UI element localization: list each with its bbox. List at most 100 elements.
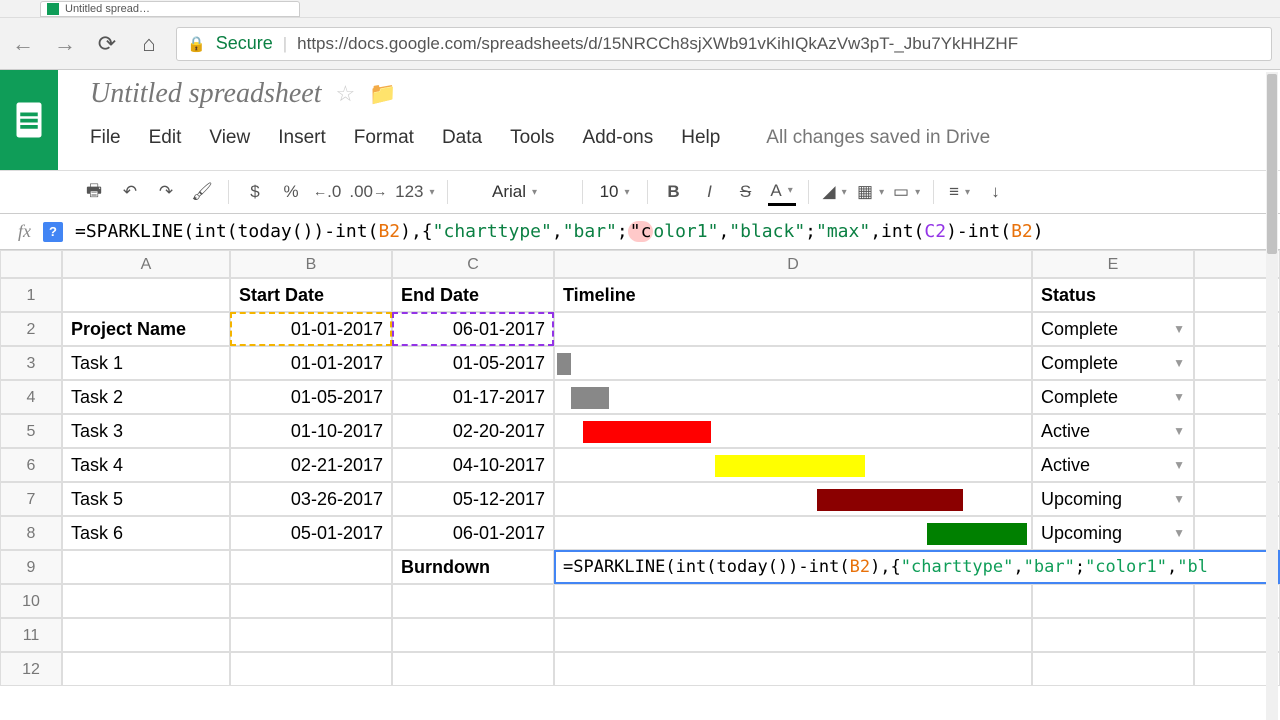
cell-B5[interactable]: 01-10-2017 [230,414,392,448]
dropdown-arrow-icon[interactable]: ▼ [1173,390,1185,404]
cell-D3[interactable] [554,346,1032,380]
cell-A8[interactable]: Task 6 [62,516,230,550]
cell-D5[interactable] [554,414,1032,448]
currency-button[interactable]: $ [241,178,269,206]
menu-view[interactable]: View [209,127,250,149]
cell-E7[interactable]: Upcoming▼ [1032,482,1194,516]
dec-increase-button[interactable]: .00→ [349,178,387,206]
cell-C9[interactable]: Burndown [392,550,554,584]
formula-bar[interactable]: fx ? =SPARKLINE(int(today())-int(B2),{"c… [0,214,1280,250]
row-header-2[interactable]: 2 [0,312,62,346]
col-header-C[interactable]: C [392,250,554,278]
strike-button[interactable]: S [732,178,760,206]
vertical-scrollbar[interactable] [1266,72,1278,720]
italic-button[interactable]: I [696,178,724,206]
url-input[interactable]: 🔒 Secure | https://docs.google.com/sprea… [176,27,1272,61]
cell-C8[interactable]: 06-01-2017 [392,516,554,550]
cell-C3[interactable]: 01-05-2017 [392,346,554,380]
percent-button[interactable]: % [277,178,305,206]
row-header-1[interactable]: 1 [0,278,62,312]
sheets-logo[interactable] [0,70,58,170]
cell-A4[interactable]: Task 2 [62,380,230,414]
cell-C5[interactable]: 02-20-2017 [392,414,554,448]
undo-button[interactable]: ↶ [116,178,144,206]
folder-icon[interactable]: 📁 [369,81,396,107]
reload-button[interactable]: ⟳ [92,29,122,59]
text-color-button[interactable]: A [768,178,796,206]
font-size-select[interactable]: 10 [595,178,635,206]
cell-B1[interactable]: Start Date [230,278,392,312]
cell-E4[interactable]: Complete▼ [1032,380,1194,414]
row-header-6[interactable]: 6 [0,448,62,482]
cell-D2[interactable] [554,312,1032,346]
cell-C2[interactable]: 06-01-2017 [392,312,554,346]
cell-D9-active[interactable]: =SPARKLINE(int(today())-int(B2),{"chartt… [554,550,1280,584]
dropdown-arrow-icon[interactable]: ▼ [1173,356,1185,370]
print-button[interactable]: 🖶 [80,178,108,206]
cell-D8[interactable] [554,516,1032,550]
cell-E3[interactable]: Complete▼ [1032,346,1194,380]
row-header-12[interactable]: 12 [0,652,62,686]
row-header-3[interactable]: 3 [0,346,62,380]
cell-B9[interactable] [230,550,392,584]
cell-A10[interactable] [62,584,230,618]
cell-D4[interactable] [554,380,1032,414]
row-header-11[interactable]: 11 [0,618,62,652]
star-icon[interactable]: ☆ [335,81,355,107]
cell-E8[interactable]: Upcoming▼ [1032,516,1194,550]
fill-color-button[interactable]: ◢ [821,178,849,206]
doc-title[interactable]: Untitled spreadsheet [90,78,321,110]
cell-A7[interactable]: Task 5 [62,482,230,516]
cell-A6[interactable]: Task 4 [62,448,230,482]
cell-C1[interactable]: End Date [392,278,554,312]
back-button[interactable]: ← [8,29,38,59]
cell-B2[interactable]: 01-01-2017 [230,312,392,346]
scrollbar-thumb[interactable] [1267,74,1277,254]
cell-B4[interactable]: 01-05-2017 [230,380,392,414]
col-header-A[interactable]: A [62,250,230,278]
cell-A5[interactable]: Task 3 [62,414,230,448]
row-header-8[interactable]: 8 [0,516,62,550]
row-header-5[interactable]: 5 [0,414,62,448]
cell-C4[interactable]: 01-17-2017 [392,380,554,414]
row-header-4[interactable]: 4 [0,380,62,414]
cell-A1[interactable] [62,278,230,312]
menu-tools[interactable]: Tools [510,127,554,149]
cell-E2[interactable]: Complete▼ [1032,312,1194,346]
col-header-B[interactable]: B [230,250,392,278]
cell-E5[interactable]: Active▼ [1032,414,1194,448]
number-format-button[interactable]: 123 [395,178,434,206]
cell-A3[interactable]: Task 1 [62,346,230,380]
valign-button[interactable]: ↓ [982,178,1010,206]
cell-A9[interactable] [62,550,230,584]
cell-B7[interactable]: 03-26-2017 [230,482,392,516]
borders-button[interactable]: ▦ [857,178,885,206]
font-select[interactable]: Arial [460,178,570,206]
merge-button[interactable]: ▭ [893,178,921,206]
cell-D1[interactable]: Timeline [554,278,1032,312]
row-header-10[interactable]: 10 [0,584,62,618]
cell-C7[interactable]: 05-12-2017 [392,482,554,516]
halign-button[interactable]: ≡ [946,178,974,206]
dropdown-arrow-icon[interactable]: ▼ [1173,458,1185,472]
cell-C6[interactable]: 04-10-2017 [392,448,554,482]
browser-tab[interactable]: Untitled spread… [40,1,300,17]
menu-help[interactable]: Help [681,127,720,149]
cell-E6[interactable]: Active▼ [1032,448,1194,482]
menu-edit[interactable]: Edit [149,127,182,149]
paint-format-button[interactable]: 🖌 [188,178,216,206]
redo-button[interactable]: ↷ [152,178,180,206]
menu-file[interactable]: File [90,127,121,149]
menu-format[interactable]: Format [354,127,414,149]
col-header-E[interactable]: E [1032,250,1194,278]
menu-insert[interactable]: Insert [278,127,326,149]
cell-D6[interactable] [554,448,1032,482]
bold-button[interactable]: B [660,178,688,206]
cell-E1[interactable]: Status [1032,278,1194,312]
cell-A2[interactable]: Project Name [62,312,230,346]
formula-text[interactable]: =SPARKLINE(int(today())-int(B2),{"chartt… [75,221,1044,242]
col-header-D[interactable]: D [554,250,1032,278]
formula-help-icon[interactable]: ? [43,222,63,242]
cell-B3[interactable]: 01-01-2017 [230,346,392,380]
row-header-7[interactable]: 7 [0,482,62,516]
